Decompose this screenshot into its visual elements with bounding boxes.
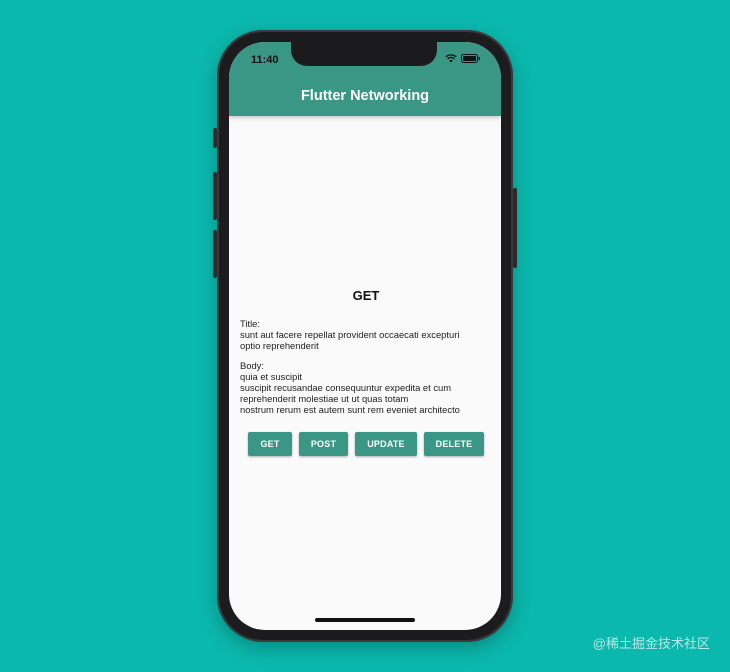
status-time: 11:40 bbox=[251, 54, 279, 66]
status-icons bbox=[445, 54, 481, 63]
action-buttons: GET POST UPDATE DELETE bbox=[240, 432, 492, 456]
delete-button[interactable]: DELETE bbox=[424, 432, 484, 456]
body-line: nostrum rerum est autem sunt rem eveniet… bbox=[240, 404, 460, 415]
get-button[interactable]: GET bbox=[248, 432, 292, 456]
volume-up-button bbox=[213, 172, 217, 220]
volume-down-button bbox=[213, 230, 217, 278]
home-indicator[interactable] bbox=[315, 618, 415, 622]
notch bbox=[291, 42, 437, 66]
body-line: suscipit recusandae consequuntur expedit… bbox=[240, 382, 452, 393]
title-line: optio reprehenderit bbox=[240, 340, 319, 351]
app-bar: 11:40 Flutter Networking bbox=[229, 42, 501, 116]
body-line: reprehenderit molestiae ut ut quas totam bbox=[240, 393, 409, 404]
battery-icon bbox=[461, 54, 480, 63]
title-line: sunt aut facere repellat provident occae… bbox=[240, 329, 460, 340]
title-section: Title: sunt aut facere repellat providen… bbox=[240, 318, 492, 351]
body-label: Body: bbox=[240, 360, 264, 371]
phone-screen: 11:40 Flutter Networking GET Title: sunt… bbox=[229, 42, 501, 630]
phone-frame: 11:40 Flutter Networking GET Title: sunt… bbox=[213, 30, 517, 642]
silent-switch bbox=[213, 128, 217, 148]
wifi-icon bbox=[445, 54, 457, 63]
power-button bbox=[513, 188, 517, 268]
body-section: Body: quia et suscipit suscipit recusand… bbox=[240, 360, 492, 415]
post-button[interactable]: POST bbox=[299, 432, 348, 456]
title-label: Title: bbox=[240, 318, 260, 329]
method-heading: GET bbox=[352, 288, 380, 303]
app-bar-title: Flutter Networking bbox=[300, 88, 430, 104]
watermark: @稀土掘金技术社区 bbox=[592, 636, 710, 651]
update-button[interactable]: UPDATE bbox=[355, 432, 417, 456]
main-content: GET Title: sunt aut facere repellat prov… bbox=[240, 116, 492, 630]
body-line: quia et suscipit bbox=[240, 371, 303, 382]
